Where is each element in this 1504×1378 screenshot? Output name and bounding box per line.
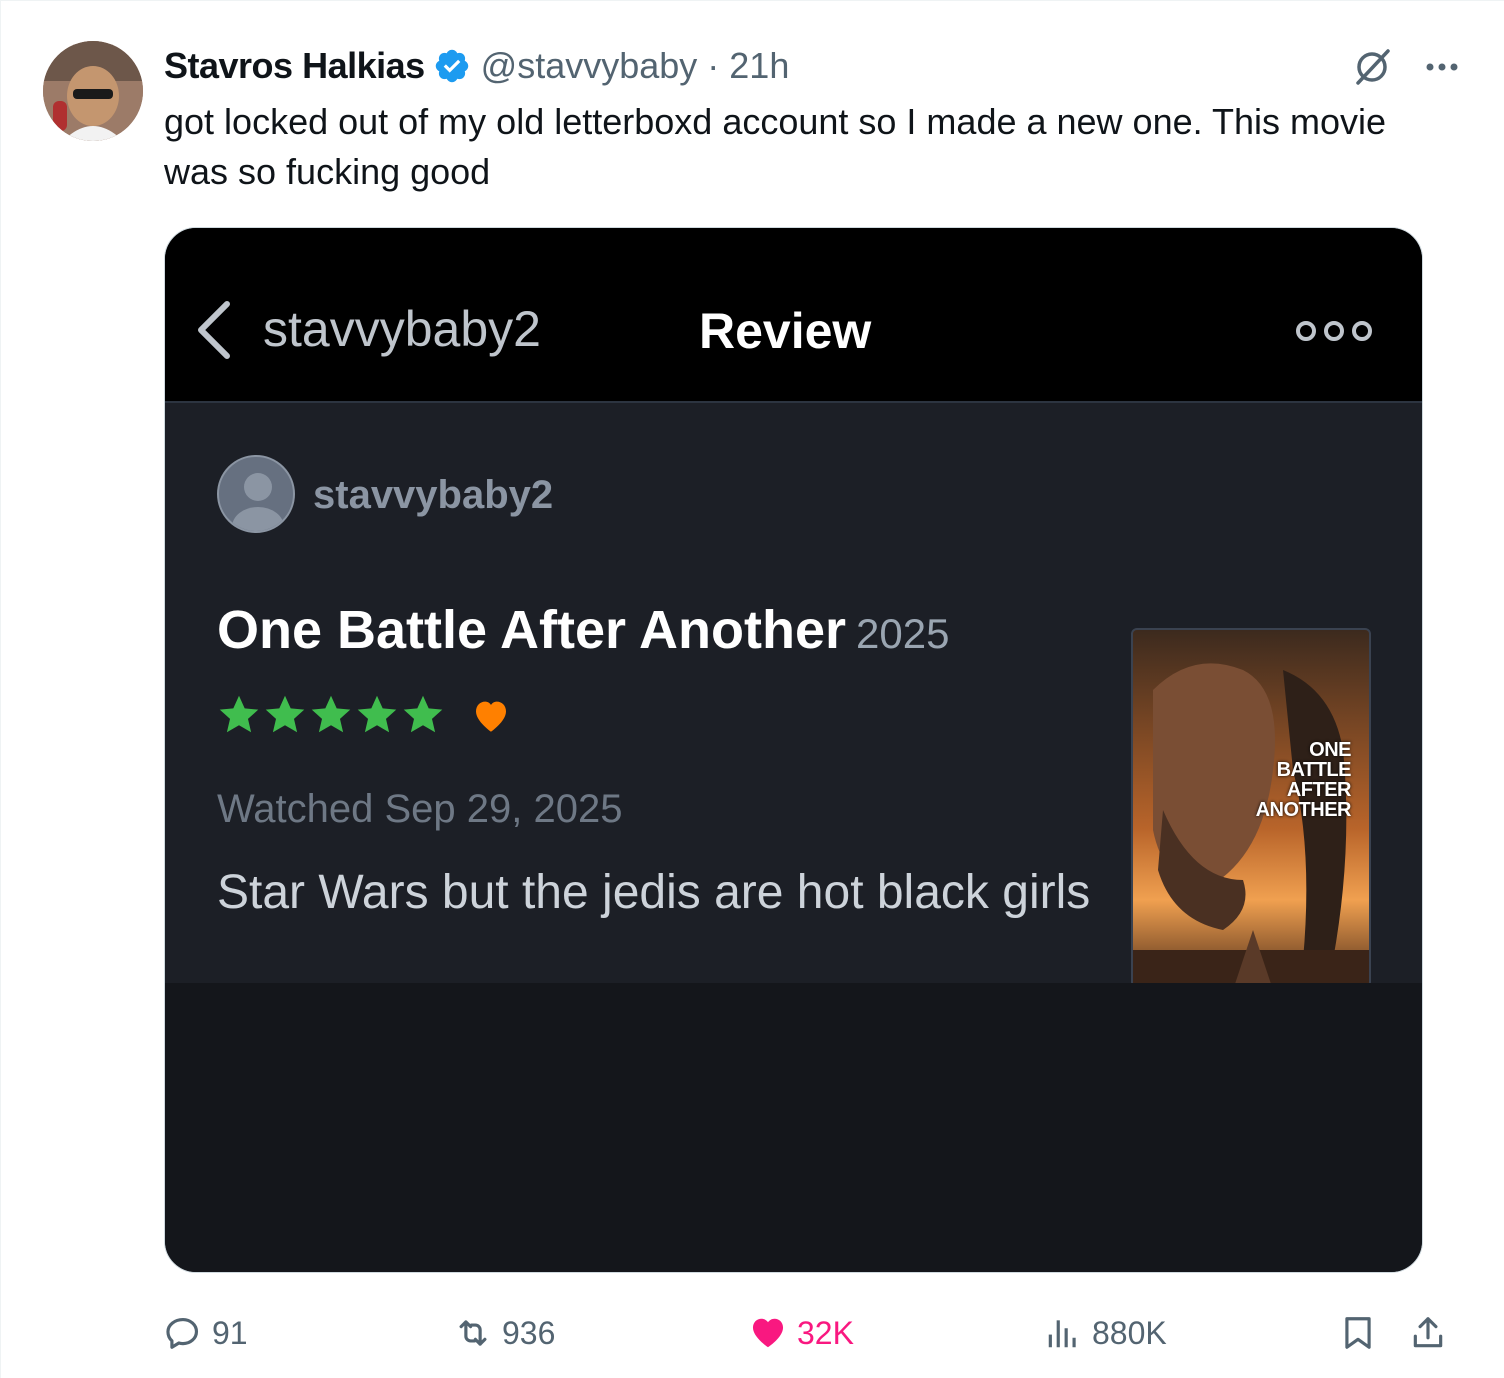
- reviewer-avatar[interactable]: [217, 455, 295, 533]
- star-icon: [265, 695, 305, 733]
- share-icon: [1413, 1317, 1443, 1348]
- reviewer-name[interactable]: stavvybaby2: [313, 473, 553, 518]
- share-button[interactable]: [1409, 1305, 1457, 1361]
- grok-icon[interactable]: [1350, 45, 1394, 89]
- back-chevron-icon[interactable]: [193, 298, 237, 362]
- review-lower-area: [165, 983, 1422, 1272]
- like-button[interactable]: 32K: [749, 1305, 854, 1361]
- more-options-icon[interactable]: [1420, 45, 1464, 89]
- repost-button[interactable]: 936: [454, 1305, 555, 1361]
- like-count: 32K: [797, 1314, 854, 1351]
- reply-icon: [166, 1317, 199, 1349]
- author-avatar[interactable]: [43, 41, 143, 141]
- tweet-actions: 91 936 32K 880K: [164, 1305, 1464, 1361]
- film-title[interactable]: One Battle After Another: [217, 600, 846, 660]
- views-chart-icon: [1048, 1320, 1076, 1348]
- tweet-header: Stavros Halkias @stavvybaby · 21h: [164, 43, 789, 89]
- poster-title: ONE BATTLE AFTER ANOTHER: [1255, 739, 1352, 821]
- verified-badge-icon: [435, 49, 468, 83]
- film-poster[interactable]: ONE BATTLE AFTER ANOTHER: [1131, 628, 1371, 988]
- film-heading: One Battle After Another 2025: [217, 599, 949, 661]
- avatar-image: [43, 41, 143, 141]
- author-name[interactable]: Stavros Halkias: [164, 45, 425, 87]
- watched-date: Watched Sep 29, 2025: [217, 787, 623, 831]
- views-count: 880K: [1092, 1314, 1167, 1351]
- star-icon: [403, 695, 443, 733]
- more-options-icon[interactable]: [1294, 316, 1374, 346]
- nav-username[interactable]: stavvybaby2: [263, 300, 541, 358]
- bookmark-icon: [1345, 1317, 1371, 1349]
- default-user-icon: [232, 473, 284, 531]
- star-icon: [357, 695, 397, 733]
- tweet-text: got locked out of my old letterboxd acco…: [164, 101, 1387, 192]
- heart-icon: [752, 1318, 784, 1348]
- reply-button[interactable]: 91: [164, 1305, 248, 1361]
- letterboxd-top-bar: stavvybaby2 Review: [165, 228, 1422, 401]
- views-button[interactable]: 880K: [1044, 1305, 1167, 1361]
- reply-count: 91: [212, 1314, 248, 1351]
- tweet[interactable]: Stavros Halkias @stavvybaby · 21h got lo…: [0, 0, 1504, 1378]
- page-title: Review: [699, 303, 872, 359]
- author-handle-time[interactable]: @stavvybaby · 21h: [481, 45, 790, 87]
- heart-icon: [476, 701, 506, 732]
- rating-row: [217, 693, 511, 737]
- repost-icon: [459, 1320, 487, 1346]
- review-text: Star Wars but the jedis are hot black gi…: [217, 866, 1091, 919]
- star-icon: [311, 695, 351, 733]
- film-year[interactable]: 2025: [856, 610, 949, 657]
- tweet-top-actions: [1350, 45, 1464, 89]
- star-icon: [219, 695, 259, 733]
- tweet-media-screenshot[interactable]: stavvybaby2 Review stavvybaby2 One Battl…: [164, 227, 1423, 1273]
- bookmark-button[interactable]: [1339, 1305, 1387, 1361]
- review-card: stavvybaby2 One Battle After Another 2025…: [165, 403, 1422, 988]
- repost-count: 936: [502, 1314, 556, 1351]
